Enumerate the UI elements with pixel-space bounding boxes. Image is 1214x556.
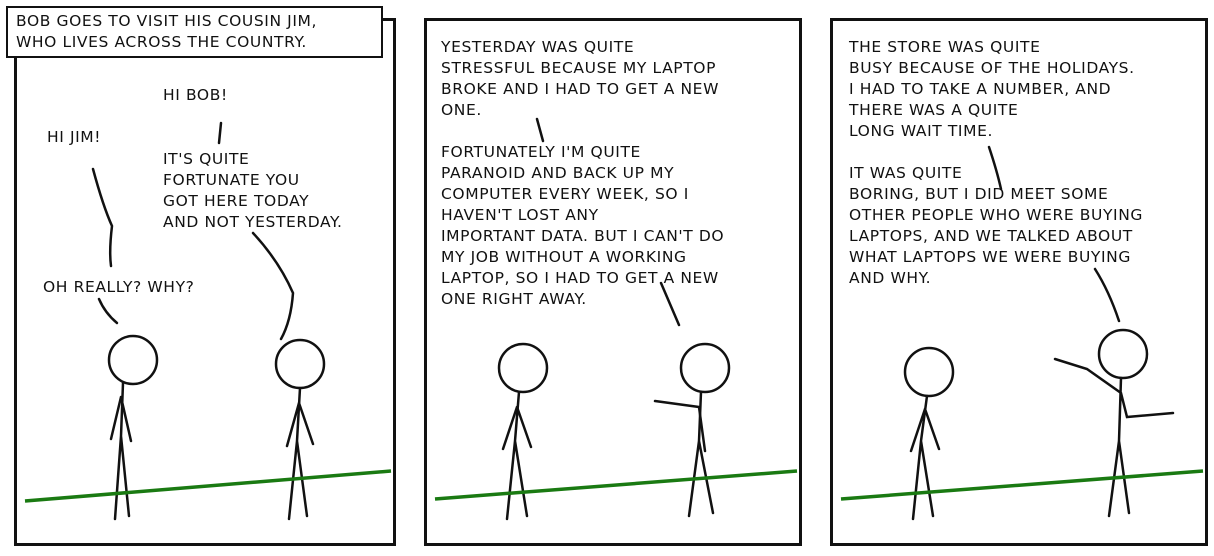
ground-line — [24, 469, 392, 503]
comic-panel-3: The store was quite busy because of the … — [830, 18, 1208, 546]
caption-text: Bob goes to visit his cousin Jim, who li… — [16, 12, 318, 51]
panel-2-art — [434, 117, 798, 521]
panel-3-art — [840, 145, 1204, 521]
comic-panel-2: Yesterday was quite stressful because my… — [424, 18, 802, 546]
caption-box: Bob goes to visit his cousin Jim, who li… — [6, 6, 383, 58]
bob-head — [274, 338, 326, 390]
jim-head — [107, 334, 159, 386]
panel-1-art — [24, 121, 392, 521]
comic-panel-1: Hi Jim! Hi Bob! It's quite fortunate you… — [14, 18, 396, 546]
